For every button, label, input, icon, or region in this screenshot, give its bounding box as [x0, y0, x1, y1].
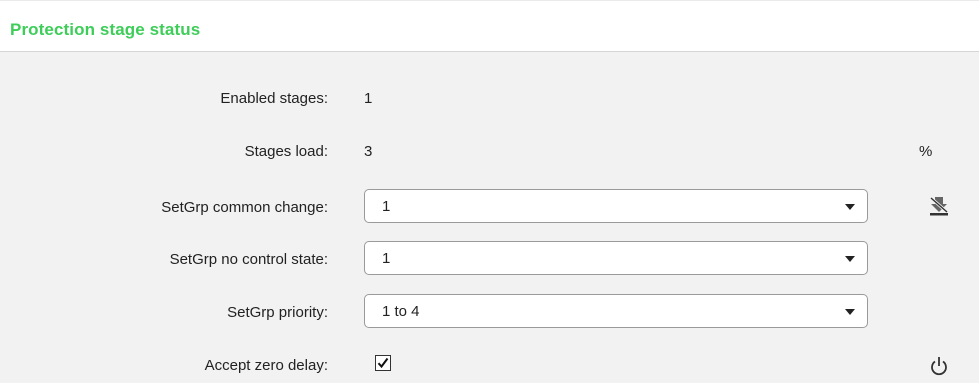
protection-stage-status-panel: Protection stage status Enabled stages: … [0, 0, 979, 383]
panel-header: Protection stage status [0, 0, 979, 52]
power-icon[interactable] [929, 355, 949, 377]
accept-zero-delay-checkbox[interactable] [375, 355, 391, 371]
enabled-stages-label: Enabled stages: [220, 90, 328, 107]
setgrp-no-control-state-label: SetGrp no control state: [169, 251, 328, 268]
stages-load-value: 3 [364, 143, 373, 160]
setgrp-no-control-state-select[interactable]: 1 [364, 241, 868, 275]
setgrp-priority-select[interactable]: 1 to 4 [364, 294, 868, 328]
download-disabled-icon[interactable] [928, 195, 950, 217]
setgrp-common-change-value: 1 [382, 198, 391, 215]
setgrp-common-change-label: SetGrp common change: [161, 199, 328, 216]
checkmark-icon [377, 357, 389, 369]
setgrp-priority-value: 1 to 4 [382, 303, 420, 320]
panel-title: Protection stage status [10, 20, 201, 39]
accept-zero-delay-label: Accept zero delay: [204, 357, 328, 374]
chevron-down-icon [845, 256, 855, 262]
stages-load-unit: % [919, 143, 933, 160]
setgrp-priority-label: SetGrp priority: [227, 304, 328, 321]
chevron-down-icon [845, 204, 855, 210]
setgrp-common-change-select[interactable]: 1 [364, 189, 868, 223]
chevron-down-icon [845, 309, 855, 315]
enabled-stages-value: 1 [364, 90, 373, 107]
setgrp-no-control-state-value: 1 [382, 250, 391, 267]
stages-load-label: Stages load: [244, 143, 328, 160]
